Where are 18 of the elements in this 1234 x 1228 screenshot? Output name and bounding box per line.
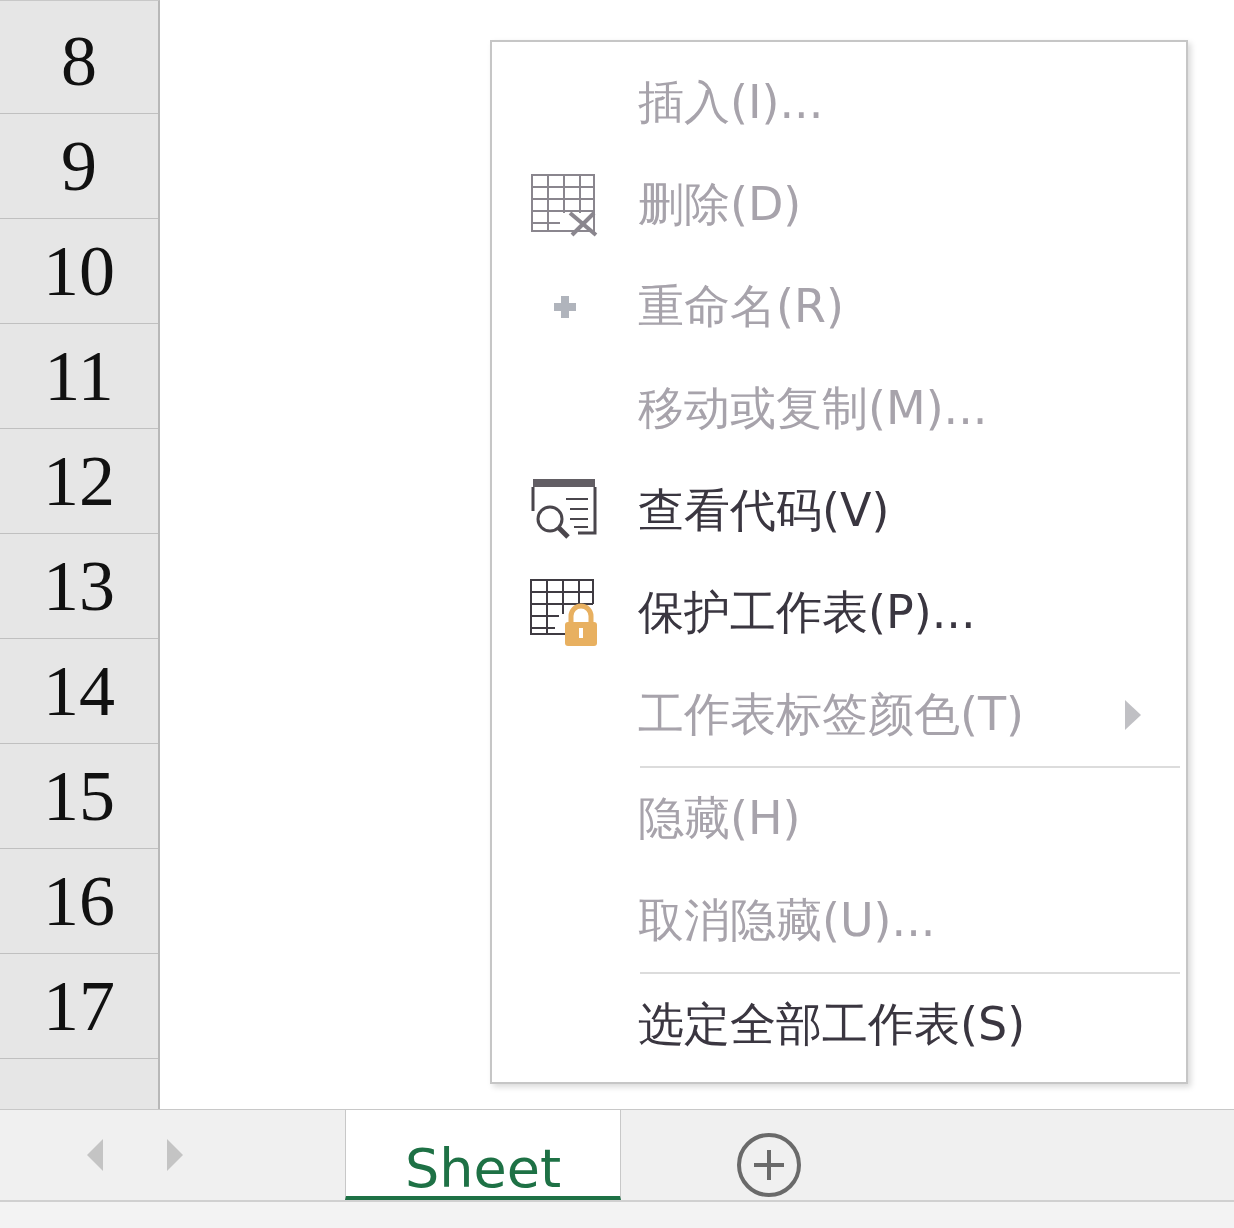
menu-item[interactable]: 选定全部工作表(S): [492, 974, 1186, 1076]
row-header[interactable]: 12: [0, 429, 158, 534]
row-header[interactable]: 15: [0, 744, 158, 849]
row-header[interactable]: 8: [0, 9, 158, 114]
row-header[interactable]: 9: [0, 114, 158, 219]
row-header[interactable]: 13: [0, 534, 158, 639]
scroll-left-icon[interactable]: [85, 1138, 105, 1172]
row-header[interactable]: 10: [0, 219, 158, 324]
row-header[interactable]: 14: [0, 639, 158, 744]
menu-item[interactable]: 保护工作表(P)...: [492, 562, 1186, 664]
row-header[interactable]: 11: [0, 324, 158, 429]
row-header[interactable]: 17: [0, 954, 158, 1059]
sheet-tab[interactable]: Sheet: [345, 1110, 621, 1200]
menu-item[interactable]: 查看代码(V): [492, 460, 1186, 562]
delete-grid-icon: [530, 173, 600, 237]
add-sheet-icon[interactable]: [736, 1132, 802, 1198]
scroll-right-icon[interactable]: [165, 1138, 185, 1172]
row-header[interactable]: 16: [0, 849, 158, 954]
